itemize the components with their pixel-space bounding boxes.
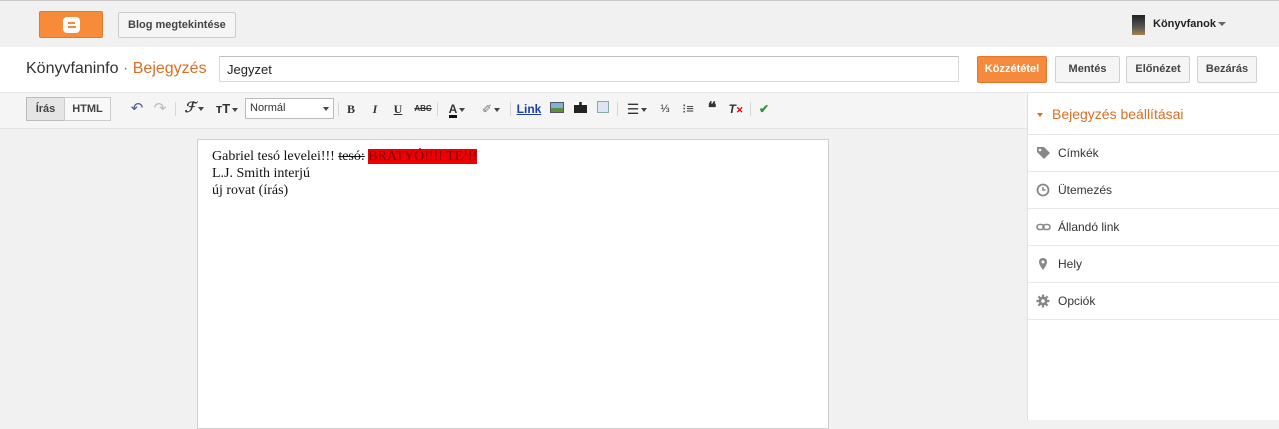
toolbar-divider — [750, 102, 751, 116]
post-settings-sidebar: Bejegyzés beállításai Címkék Ütemezés Ál… — [1027, 93, 1279, 420]
sidebar-item-label: Ütemezés — [1058, 183, 1113, 197]
sidebar-item-labels[interactable]: Címkék — [1028, 135, 1279, 172]
account-name: Könyvfanok — [1153, 18, 1216, 30]
publish-button[interactable]: Közzététel — [977, 56, 1047, 83]
sidebar-item-schedule[interactable]: Ütemezés — [1028, 172, 1279, 209]
editor-line: L.J. Smith interjú — [212, 166, 310, 181]
post-settings-title: Bejegyzés beállításai — [1052, 106, 1184, 122]
highlight-color-icon[interactable]: ✐ — [477, 100, 505, 118]
editor-text: Gabriel tesó levelei!!! — [212, 149, 339, 164]
post-title-input[interactable] — [219, 56, 959, 82]
video-icon[interactable] — [572, 100, 588, 118]
breadcrumb-separator: · — [122, 60, 129, 77]
highlighted-text: BRATYÓ!!!! TE!!! — [368, 149, 478, 164]
view-blog-button[interactable]: Blog megtekintése — [118, 12, 236, 38]
toolbar-divider — [617, 102, 618, 116]
editor-toolbar: Írás HTML ↶ ↷ ℱ ᴛT Normál B I U ABC A ✐ … — [0, 93, 1027, 129]
sidebar-item-location[interactable]: Hely — [1028, 246, 1279, 283]
remove-formatting-icon[interactable]: T✕ — [728, 100, 744, 118]
undo-icon[interactable]: ↶ — [129, 100, 145, 118]
toolbar-divider — [175, 102, 176, 116]
preview-button[interactable]: Előnézet — [1126, 56, 1190, 83]
strikethrough-text: tesó: — [338, 149, 365, 164]
strikethrough-icon[interactable]: ABC — [414, 100, 432, 118]
blogger-logo[interactable] — [39, 11, 103, 38]
sidebar-item-options[interactable]: Opciók — [1028, 283, 1279, 320]
toolbar-divider — [338, 102, 339, 116]
triangle-down-icon — [1037, 113, 1043, 117]
sidebar-item-permalink[interactable]: Állandó link — [1028, 209, 1279, 246]
redo-icon[interactable]: ↷ — [152, 100, 168, 118]
compose-mode-tab[interactable]: Írás — [26, 97, 65, 121]
sidebar-item-label: Címkék — [1058, 146, 1099, 160]
bulleted-list-icon[interactable]: ⁝≡ — [680, 100, 696, 118]
toolbar-divider — [510, 102, 511, 116]
save-button[interactable]: Mentés — [1055, 56, 1120, 83]
editor-line: új rovat (írás) — [212, 183, 289, 198]
link-button[interactable]: Link — [516, 100, 542, 118]
blogger-b-icon — [63, 17, 80, 33]
format-select-value: Normál — [250, 102, 286, 114]
underline-icon[interactable]: U — [391, 100, 405, 118]
italic-icon[interactable]: I — [368, 100, 382, 118]
quote-icon[interactable]: ❝ — [704, 100, 720, 118]
numbered-list-icon[interactable]: ⅓ — [657, 100, 673, 118]
link-icon — [1036, 223, 1051, 231]
font-size-icon[interactable]: ᴛT — [213, 100, 241, 118]
sidebar-item-label: Állandó link — [1058, 220, 1120, 234]
blog-name[interactable]: Könyvfaninfo — [26, 60, 119, 77]
top-bar: Blog megtekintése Könyvfanok — [0, 0, 1279, 47]
spellcheck-icon[interactable]: ✔ — [756, 100, 772, 118]
post-settings-header[interactable]: Bejegyzés beállításai — [1028, 93, 1279, 135]
location-pin-icon — [1039, 258, 1047, 270]
breadcrumb-section: Bejegyzés — [132, 60, 207, 77]
html-mode-tab[interactable]: HTML — [64, 97, 111, 121]
gear-icon — [1036, 294, 1050, 308]
sidebar-item-label: Hely — [1058, 257, 1083, 271]
avatar — [1132, 15, 1145, 35]
text-color-icon[interactable]: A — [444, 100, 470, 118]
post-body-editor[interactable]: Gabriel tesó levelei!!! tesó: BRATYÓ!!!!… — [197, 139, 829, 429]
align-icon[interactable]: ☰ — [623, 100, 651, 118]
format-select[interactable]: Normál — [245, 98, 334, 119]
bold-icon[interactable]: B — [344, 100, 358, 118]
clock-icon — [1036, 183, 1050, 197]
chevron-down-icon — [1218, 22, 1226, 26]
sidebar-item-label: Opciók — [1058, 294, 1096, 308]
editor-workspace: Gabriel tesó levelei!!! tesó: BRATYÓ!!!!… — [0, 130, 1027, 429]
jump-break-icon[interactable] — [595, 100, 611, 118]
close-button[interactable]: Bezárás — [1197, 56, 1257, 83]
editor-line: Gabriel tesó levelei!!! tesó: BRATYÓ!!!!… — [212, 148, 814, 165]
font-family-icon[interactable]: ℱ — [181, 100, 207, 118]
image-icon[interactable] — [549, 100, 565, 118]
post-title-bar: Könyvfaninfo · Bejegyzés Közzététel Ment… — [0, 47, 1279, 93]
tag-icon — [1037, 147, 1050, 159]
toolbar-divider — [437, 102, 438, 116]
breadcrumb: Könyvfaninfo · Bejegyzés — [26, 60, 207, 78]
chevron-down-icon — [323, 107, 329, 111]
